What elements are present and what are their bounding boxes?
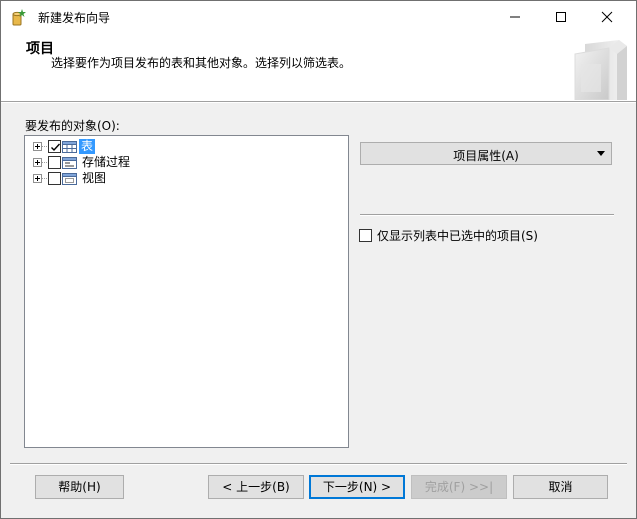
objects-to-publish-label: 要发布的对象(O): xyxy=(25,119,120,133)
tree-item-tables[interactable]: 表 xyxy=(25,139,225,155)
table-icon xyxy=(62,141,77,153)
help-button[interactable]: 帮助(H) xyxy=(35,475,124,499)
article-properties-dropdown[interactable]: 项目属性(A) xyxy=(360,142,612,165)
right-divider xyxy=(360,214,614,216)
finish-button[interactable]: 完成(F) >>| xyxy=(411,475,507,499)
page-description: 选择要作为项目发布的表和其他对象。选择列以筛选表。 xyxy=(51,56,352,70)
tree-connector xyxy=(42,146,47,147)
tree-item-stored-procedures-checkbox[interactable] xyxy=(48,156,61,169)
view-icon xyxy=(62,173,77,185)
tree-item-stored-procedures[interactable]: 存储过程 xyxy=(25,155,225,171)
show-only-checked-label[interactable]: 仅显示列表中已选中的项目(S) xyxy=(377,227,538,244)
wizard-app-icon xyxy=(12,9,26,26)
close-button[interactable] xyxy=(584,1,630,32)
expand-icon[interactable] xyxy=(33,174,42,183)
tree-item-tables-checkbox[interactable] xyxy=(48,140,61,153)
expand-icon[interactable] xyxy=(33,142,42,151)
minimize-icon xyxy=(510,16,520,18)
checkmark-icon xyxy=(51,143,61,152)
objects-tree[interactable]: 表 存储过程 视图 xyxy=(24,135,349,448)
window-title: 新建发布向导 xyxy=(38,11,111,25)
title-bar: 新建发布向导 xyxy=(1,1,636,32)
header-divider xyxy=(1,101,636,103)
tree-item-label: 存储过程 xyxy=(82,155,131,169)
article-properties-label: 项目属性(A) xyxy=(453,149,519,163)
next-button[interactable]: 下一步(N) > xyxy=(309,475,405,499)
wizard-header-graphic xyxy=(574,40,627,100)
minimize-button[interactable] xyxy=(492,1,538,32)
new-publication-wizard-window: 新建发布向导 项目 选择要作为项目发布的表和其他对象。选择列以筛选表。 要发布的… xyxy=(0,0,637,519)
tree-connector xyxy=(42,178,47,179)
back-button[interactable]: < 上一步(B) xyxy=(208,475,304,499)
page-title: 项目 xyxy=(26,41,54,57)
footer-divider xyxy=(10,463,627,465)
close-icon xyxy=(601,11,613,23)
dropdown-arrow-icon xyxy=(597,151,605,156)
show-only-checked-checkbox[interactable] xyxy=(359,229,372,242)
cancel-button[interactable]: 取消 xyxy=(513,475,608,499)
tree-connector xyxy=(42,162,47,163)
expand-icon[interactable] xyxy=(33,158,42,167)
tree-item-views-checkbox[interactable] xyxy=(48,172,61,185)
wizard-header: 项目 选择要作为项目发布的表和其他对象。选择列以筛选表。 xyxy=(1,32,636,101)
maximize-button[interactable] xyxy=(538,1,584,32)
tree-item-label: 表 xyxy=(79,139,96,154)
tree-item-label: 视图 xyxy=(82,171,107,185)
tree-item-views[interactable]: 视图 xyxy=(25,171,225,187)
stored-procedure-icon xyxy=(62,157,77,169)
maximize-icon xyxy=(556,12,566,22)
